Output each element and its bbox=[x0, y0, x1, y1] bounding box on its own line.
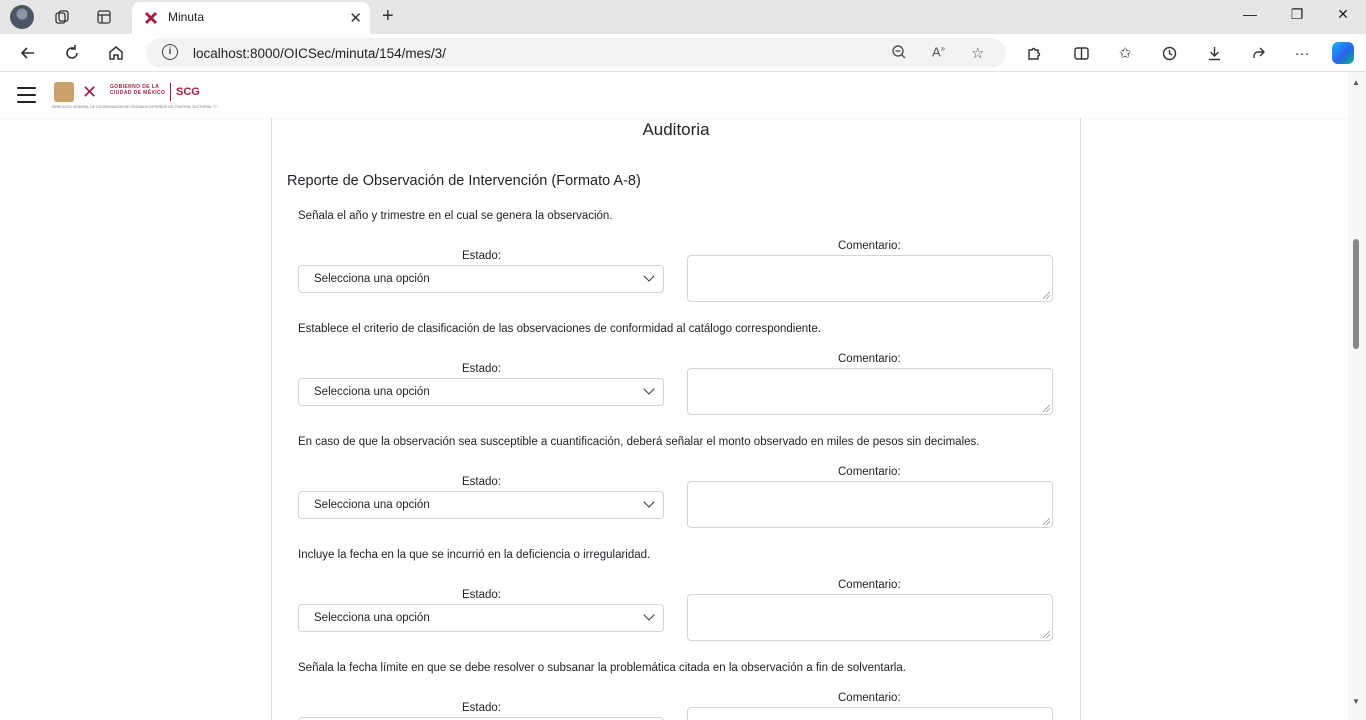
hamburger-menu-icon[interactable] bbox=[17, 87, 36, 103]
estado-label: Estado: bbox=[462, 589, 501, 601]
scrollbar-thumb[interactable] bbox=[1353, 239, 1359, 349]
comentario-textarea[interactable] bbox=[687, 368, 1053, 415]
logo-subline: DIRECCIÓN GENERAL DE COORDINACIÓN DE ÓRG… bbox=[52, 105, 218, 109]
chevron-down-icon bbox=[643, 383, 655, 395]
chevron-down-icon bbox=[643, 496, 655, 508]
tab-title: Minuta bbox=[168, 10, 205, 24]
logo-scg-text: SCG bbox=[176, 86, 200, 98]
card-title: Auditoria bbox=[642, 120, 710, 139]
active-tab[interactable]: Minuta ✕ bbox=[132, 2, 370, 34]
scg-logo: ✕ GOBIERNO DE LA CIUDAD DE MÉXICO SCG DI… bbox=[52, 80, 218, 110]
workspaces-icon[interactable] bbox=[52, 7, 72, 27]
select-value: Selecciona una opción bbox=[314, 273, 430, 285]
section-title: Reporte de Observación de Intervención (… bbox=[287, 173, 641, 189]
browser-tab-strip: Minuta ✕ + — ❐ ✕ bbox=[0, 0, 1366, 34]
chevron-down-icon bbox=[643, 270, 655, 282]
back-icon[interactable] bbox=[17, 42, 39, 64]
comentario-textarea[interactable] bbox=[687, 707, 1053, 720]
logo-separator bbox=[170, 83, 171, 101]
downloads-icon[interactable] bbox=[1203, 42, 1225, 64]
estado-select[interactable]: Selecciona una opción bbox=[298, 265, 664, 293]
resize-grip-icon[interactable] bbox=[1043, 518, 1050, 525]
share-icon[interactable] bbox=[1247, 42, 1269, 64]
page-viewport: ✕ GOBIERNO DE LA CIUDAD DE MÉXICO SCG DI… bbox=[0, 72, 1348, 720]
restore-icon[interactable]: ❐ bbox=[1287, 6, 1307, 23]
copilot-icon[interactable] bbox=[1332, 42, 1354, 64]
comentario-label: Comentario: bbox=[838, 353, 901, 365]
tab-favicon-icon bbox=[144, 11, 158, 25]
question-text: Señala la fecha límite en que se debe re… bbox=[298, 662, 906, 674]
resize-grip-icon[interactable] bbox=[1043, 292, 1050, 299]
cdmx-emblem-icon: ✕ bbox=[82, 82, 98, 102]
favorites-icon[interactable]: ✩ bbox=[1114, 42, 1136, 64]
comentario-textarea[interactable] bbox=[687, 481, 1053, 528]
question-text: En caso de que la observación sea suscep… bbox=[298, 436, 980, 448]
comentario-textarea[interactable] bbox=[687, 594, 1053, 641]
estado-select[interactable]: Selecciona una opción bbox=[298, 378, 664, 406]
select-value: Selecciona una opción bbox=[314, 386, 430, 398]
resize-grip-icon[interactable] bbox=[1043, 631, 1050, 638]
history-icon[interactable] bbox=[1158, 42, 1180, 64]
comentario-label: Comentario: bbox=[838, 466, 901, 478]
select-value: Selecciona una opción bbox=[314, 612, 430, 624]
more-icon[interactable]: ··· bbox=[1291, 42, 1313, 64]
close-window-icon[interactable]: ✕ bbox=[1333, 6, 1353, 23]
logo-government-text: GOBIERNO DE LA CIUDAD DE MÉXICO bbox=[110, 84, 166, 96]
address-bar[interactable]: i localhost:8000/OICSec/minuta/154/mes/3… bbox=[146, 38, 1006, 68]
extensions-icon[interactable] bbox=[1022, 42, 1044, 64]
select-value: Selecciona una opción bbox=[314, 499, 430, 511]
estado-select[interactable]: Selecciona una opción bbox=[298, 491, 664, 519]
favorite-star-icon[interactable]: ☆ bbox=[971, 44, 984, 62]
comentario-label: Comentario: bbox=[838, 240, 901, 252]
read-aloud-icon[interactable]: A» bbox=[932, 44, 945, 59]
refresh-icon[interactable] bbox=[61, 42, 83, 64]
scroll-up-icon[interactable]: ▲ bbox=[1352, 78, 1360, 87]
zoom-icon[interactable] bbox=[891, 44, 907, 64]
comentario-label: Comentario: bbox=[838, 579, 901, 591]
app-header: ✕ GOBIERNO DE LA CIUDAD DE MÉXICO SCG DI… bbox=[0, 72, 1348, 118]
url-text[interactable]: localhost:8000/OICSec/minuta/154/mes/3/ bbox=[193, 46, 446, 61]
resize-grip-icon[interactable] bbox=[1043, 405, 1050, 412]
new-tab-icon[interactable]: + bbox=[382, 5, 394, 28]
page-scrollbar[interactable]: ▲ ▼ bbox=[1348, 72, 1366, 720]
tab-actions-icon[interactable] bbox=[94, 7, 114, 27]
chevron-down-icon bbox=[643, 609, 655, 621]
auditoria-card: Auditoria Reporte de Observación de Inte… bbox=[271, 109, 1081, 720]
question-text: Establece el criterio de clasificación d… bbox=[298, 323, 821, 335]
home-icon[interactable] bbox=[105, 42, 127, 64]
estado-select[interactable]: Selecciona una opción bbox=[298, 604, 664, 632]
estado-label: Estado: bbox=[462, 476, 501, 488]
comentario-label: Comentario: bbox=[838, 692, 901, 704]
scroll-down-icon[interactable]: ▼ bbox=[1352, 697, 1360, 706]
split-screen-icon[interactable] bbox=[1070, 42, 1092, 64]
close-tab-icon[interactable]: ✕ bbox=[349, 9, 362, 27]
question-text: Incluye la fecha en la que se incurrió e… bbox=[298, 549, 651, 561]
site-info-icon[interactable]: i bbox=[162, 44, 178, 60]
comentario-textarea[interactable] bbox=[687, 255, 1053, 302]
profile-avatar[interactable] bbox=[10, 5, 34, 29]
browser-toolbar: i localhost:8000/OICSec/minuta/154/mes/3… bbox=[0, 34, 1366, 72]
question-text: Señala el año y trimestre en el cual se … bbox=[298, 210, 613, 222]
coat-of-arms-icon bbox=[54, 82, 74, 102]
estado-label: Estado: bbox=[462, 363, 501, 375]
minimize-icon[interactable]: — bbox=[1240, 6, 1260, 22]
estado-label: Estado: bbox=[462, 250, 501, 262]
estado-label: Estado: bbox=[462, 702, 501, 714]
